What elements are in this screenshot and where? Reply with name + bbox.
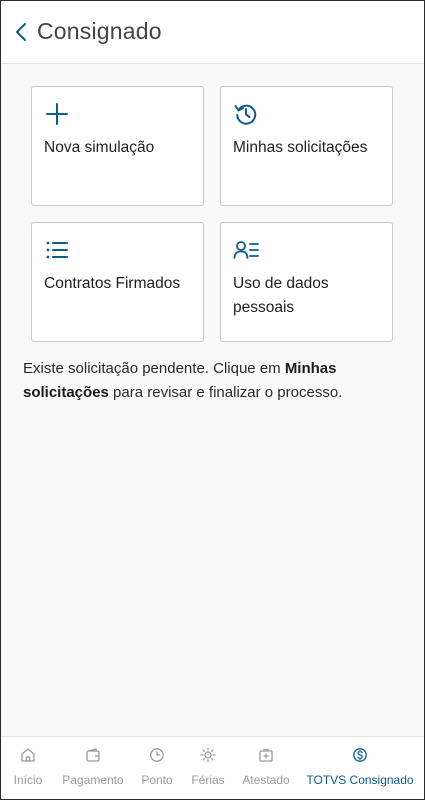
contratos-firmados-card[interactable]: Contratos Firmados	[31, 222, 204, 342]
chevron-left-icon	[16, 22, 26, 41]
pending-request-message: Existe solicitação pendente. Clique em M…	[23, 357, 403, 405]
page-title: Consignado	[37, 18, 162, 44]
plus-icon	[46, 103, 68, 125]
app-header: Consignado	[0, 0, 425, 64]
card-label: Minhas solicitações	[233, 139, 368, 156]
wallet-icon	[86, 748, 100, 762]
nav-inicio[interactable]: Início	[6, 737, 50, 800]
nav-pagamento[interactable]: Pagamento	[58, 737, 128, 800]
nav-ponto[interactable]: Ponto	[137, 737, 177, 800]
medical-icon	[259, 748, 273, 762]
nav-label: Atestado	[242, 773, 290, 787]
nav-label: Início	[13, 773, 43, 787]
nova-simulacao-card[interactable]: Nova simulação	[31, 86, 204, 206]
nav-label: Pagamento	[62, 773, 124, 787]
back-button[interactable]	[9, 20, 33, 44]
bottom-navigation: Início Pagamento Ponto Férias Atestado T…	[0, 736, 425, 800]
nav-label: Férias	[191, 773, 225, 787]
list-icon	[46, 241, 68, 259]
uso-de-dados-card[interactable]: Uso de dados pessoais	[220, 222, 393, 342]
history-icon	[234, 104, 257, 125]
sun-icon	[200, 747, 216, 763]
message-text: Existe solicitação pendente. Clique em	[23, 360, 285, 377]
minhas-solicitacoes-card[interactable]: Minhas solicitações	[220, 86, 393, 206]
dollar-icon	[353, 748, 367, 762]
clock-icon	[150, 748, 164, 762]
card-label: Uso de dados pessoais	[233, 275, 329, 316]
nav-label: TOTVS Consignado	[306, 773, 414, 787]
user-list-icon	[233, 241, 259, 259]
home-icon	[21, 748, 35, 762]
nav-totvs-consignado[interactable]: TOTVS Consignado	[303, 737, 417, 800]
card-label: Contratos Firmados	[44, 275, 181, 292]
message-text-end: para revisar e finalizar o processo.	[108, 384, 343, 401]
nav-atestado[interactable]: Atestado	[238, 737, 294, 800]
nav-ferias[interactable]: Férias	[188, 737, 228, 800]
nav-label: Ponto	[141, 773, 173, 787]
card-label: Nova simulação	[44, 139, 155, 156]
